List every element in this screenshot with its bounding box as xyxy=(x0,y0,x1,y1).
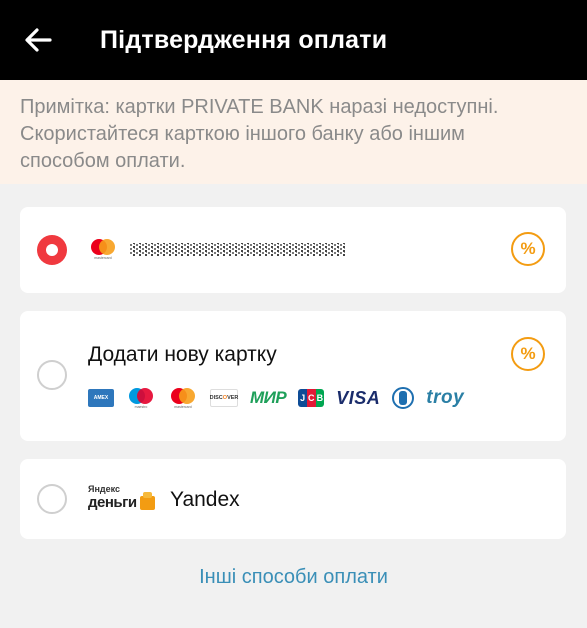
yandex-money-logo-icon: Яндекс деньги xyxy=(88,484,158,516)
svg-text:maestro: maestro xyxy=(135,405,148,409)
troy-icon: troy xyxy=(426,387,465,408)
back-arrow-icon[interactable] xyxy=(22,24,54,56)
visa-icon: VISA xyxy=(336,387,381,408)
unavailable-bank-notice: Примітка: картки PRIVATE BANK наразі нед… xyxy=(0,80,587,184)
svg-text:mastercard: mastercard xyxy=(94,256,112,260)
masked-card-number xyxy=(130,240,345,260)
amex-icon: AMEX xyxy=(88,389,114,407)
mastercard-icon: mastercard xyxy=(91,239,115,260)
yandex-label: Yandex xyxy=(170,488,240,511)
diners-club-icon xyxy=(392,387,415,409)
discount-percent-icon[interactable]: % xyxy=(511,232,545,266)
mastercard-icon: mastercard xyxy=(168,386,198,410)
yandex-money-option[interactable]: Яндекс деньги Yandex xyxy=(20,459,566,539)
add-card-label: Додати нову картку xyxy=(88,343,277,366)
discover-icon: DISC O VER xyxy=(210,389,238,407)
maestro-icon: maestro xyxy=(126,386,156,410)
mir-icon: МИР xyxy=(250,388,287,407)
notice-line-2: Скористайтеся карткою іншого банку або і… xyxy=(20,123,465,145)
wallet-icon xyxy=(140,492,155,510)
notice-line-3: способом оплати. xyxy=(20,150,186,172)
add-card-radio[interactable] xyxy=(37,360,67,390)
discount-percent-icon[interactable]: % xyxy=(511,337,545,371)
saved-card-radio[interactable] xyxy=(37,235,67,265)
add-card-option[interactable]: Додати нову картку % AMEX maestro master… xyxy=(20,311,566,441)
jcb-icon: JCB xyxy=(298,389,325,407)
card-brands-row: AMEX maestro mastercard DISC O VER МИР JCB xyxy=(88,387,476,409)
saved-card-option[interactable]: mastercard % xyxy=(20,207,566,293)
top-bar: Підтвердження оплати xyxy=(0,0,587,80)
svg-text:mastercard: mastercard xyxy=(174,405,192,409)
yandex-radio[interactable] xyxy=(37,484,67,514)
other-payment-methods-link[interactable]: Інші способи оплати xyxy=(0,566,587,589)
page-title: Підтвердження оплати xyxy=(100,26,388,54)
notice-line-1: Примітка: картки PRIVATE BANK наразі нед… xyxy=(20,96,499,118)
